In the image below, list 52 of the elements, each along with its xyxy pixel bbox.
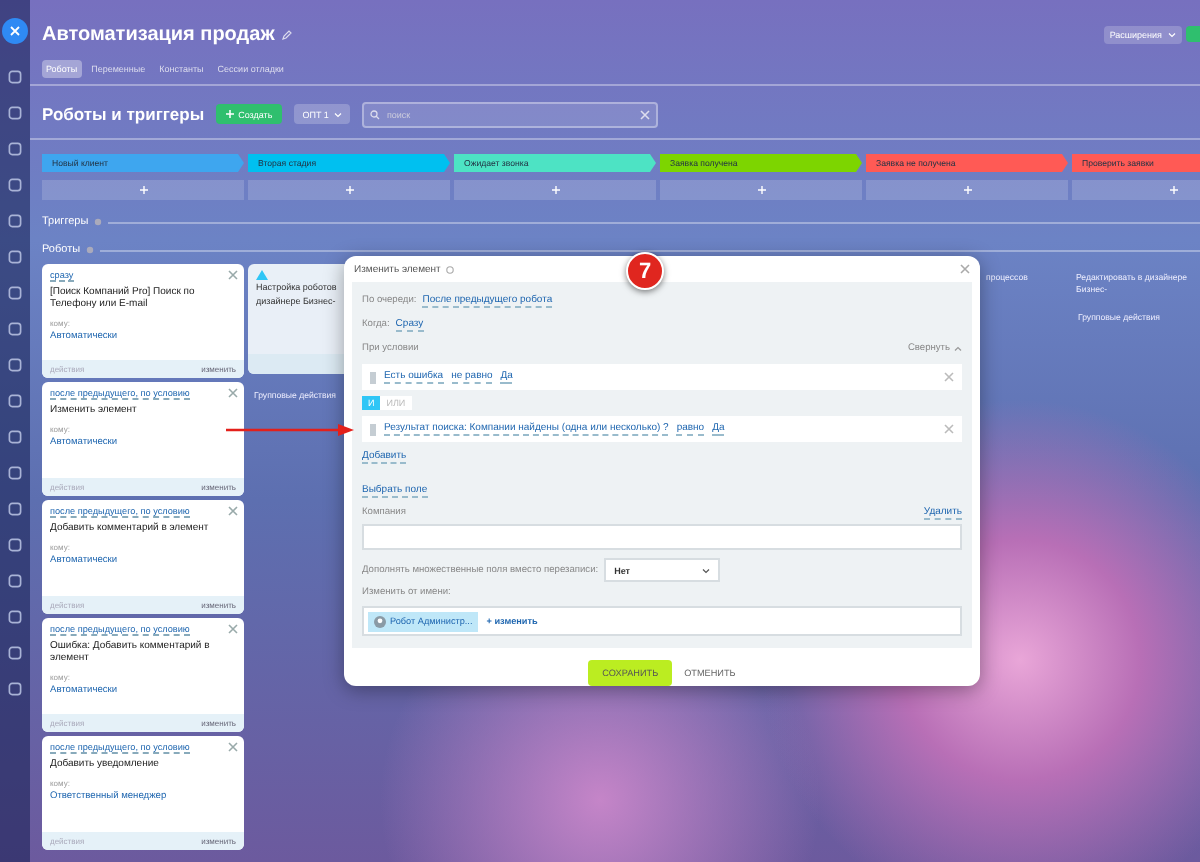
warning-icon [256, 270, 268, 280]
plus-icon[interactable] [139, 186, 147, 194]
section-title: Роботы и триггеры [42, 104, 205, 124]
sidebar-menu-icon[interactable] [8, 286, 22, 300]
remove-icon[interactable] [944, 424, 954, 434]
sidebar-menu-icon[interactable] [8, 70, 22, 84]
plus-icon[interactable] [551, 186, 559, 194]
sidebar-menu-icon[interactable] [8, 430, 22, 444]
info-icon [94, 218, 103, 226]
drag-handle-icon[interactable] [370, 371, 376, 383]
close-icon[interactable] [228, 624, 238, 634]
pencil-icon[interactable] [282, 29, 293, 39]
close-icon[interactable] [228, 742, 238, 752]
sidebar-menu-icon[interactable] [8, 394, 22, 408]
sidebar-menu-icon[interactable] [8, 682, 22, 696]
sidebar-menu-icon[interactable] [8, 106, 22, 120]
close-button[interactable] [2, 18, 28, 44]
sidebar-menu-icon[interactable] [8, 466, 22, 480]
sidebar-menu-icon[interactable] [8, 178, 22, 192]
close-icon[interactable] [228, 506, 238, 516]
search-icon [370, 109, 381, 119]
step-badge: 7 [626, 252, 664, 290]
plus-icon[interactable] [226, 110, 235, 118]
close-icon[interactable] [960, 264, 970, 274]
sidebar-menu-icon[interactable] [8, 250, 22, 264]
plus-icon[interactable] [963, 186, 971, 194]
company-field[interactable] [362, 524, 962, 550]
info-icon [86, 246, 95, 254]
close-icon[interactable] [228, 388, 238, 398]
info-icon [446, 265, 455, 273]
sidebar-menu-icon[interactable] [8, 214, 22, 228]
plus-icon[interactable] [345, 186, 353, 194]
remove-icon[interactable] [944, 372, 954, 382]
sidebar-menu-icon[interactable] [8, 142, 22, 156]
sidebar-menu-icon[interactable] [8, 322, 22, 336]
pointer-arrow [226, 424, 354, 436]
plus-icon[interactable] [757, 186, 765, 194]
clear-icon[interactable] [640, 109, 651, 119]
drag-handle-icon[interactable] [370, 423, 376, 435]
caret-icon[interactable] [702, 567, 711, 573]
app-button[interactable] [1186, 26, 1200, 42]
sidebar-menu-icon[interactable] [8, 610, 22, 624]
user-icon [374, 615, 386, 627]
sidebar-menu-icon[interactable] [8, 574, 22, 588]
sidebar-menu-icon[interactable] [8, 502, 22, 516]
caret-icon[interactable] [954, 345, 962, 351]
sidebar-menu-icon[interactable] [8, 646, 22, 660]
sidebar-menu-icon[interactable] [8, 358, 22, 372]
plus-icon[interactable] [1169, 186, 1177, 194]
close-icon[interactable] [228, 270, 238, 280]
page-title: Автоматизация продаж [42, 23, 275, 45]
sidebar-menu-icon[interactable] [8, 538, 22, 552]
